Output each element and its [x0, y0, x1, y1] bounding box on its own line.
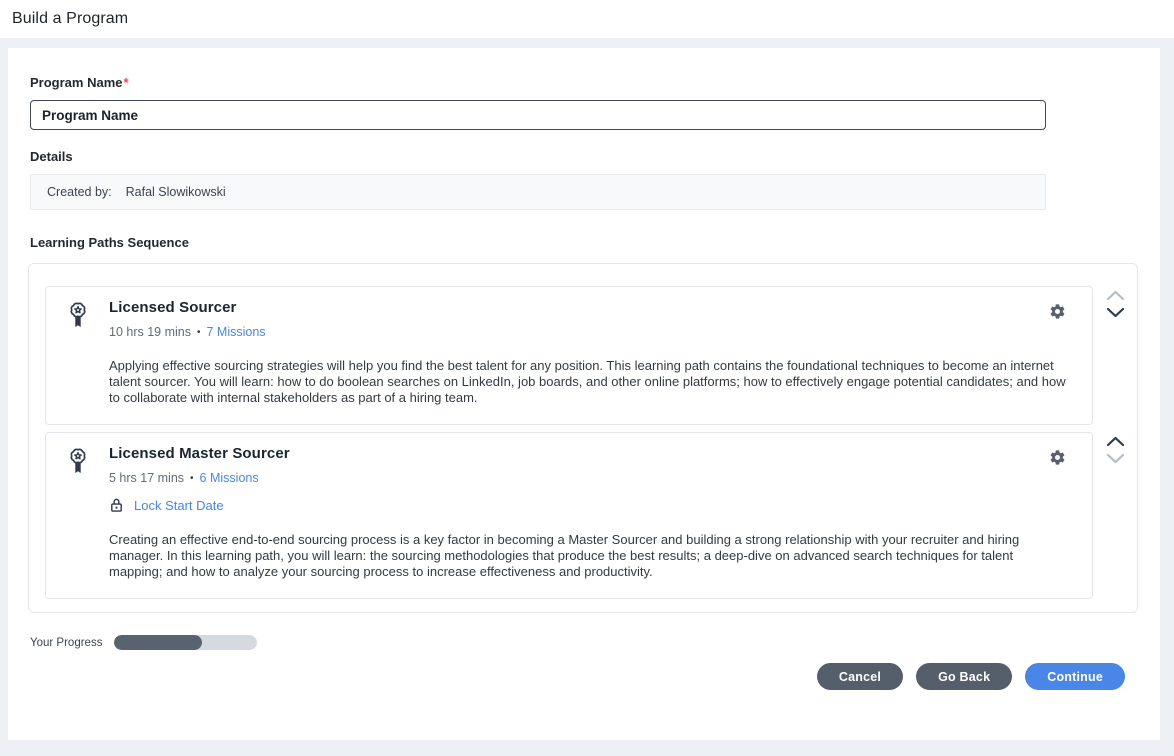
- path-settings-gear-icon[interactable]: [1049, 445, 1066, 469]
- lock-icon: [109, 497, 124, 513]
- lock-start-date-row: Lock Start Date: [109, 497, 1066, 513]
- move-up-chevron-icon[interactable]: [1105, 432, 1126, 450]
- lock-start-date-link[interactable]: Lock Start Date: [134, 498, 224, 513]
- award-badge-icon: [66, 299, 90, 335]
- program-name-input[interactable]: [30, 100, 1046, 130]
- learning-path-card-licensed-master-sourcer: Licensed Master Sourcer 5 hrs 17 mins • …: [45, 432, 1093, 599]
- award-badge-icon: [66, 445, 90, 481]
- path-subtitle: 10 hrs 19 mins • 7 Missions: [109, 325, 1049, 339]
- move-down-chevron-icon[interactable]: [1105, 450, 1126, 468]
- footer-buttons: Cancel Go Back Continue: [30, 663, 1138, 690]
- continue-button[interactable]: Continue: [1025, 663, 1125, 690]
- path-duration: 10 hrs 19 mins: [109, 325, 191, 339]
- created-by-value: Rafal Slowikowski: [126, 185, 226, 199]
- page-title: Build a Program: [12, 10, 128, 28]
- dot-separator: •: [197, 327, 201, 338]
- path-description: Creating an effective end-to-end sourcin…: [109, 532, 1066, 580]
- cancel-button[interactable]: Cancel: [817, 663, 903, 690]
- missions-link[interactable]: 7 Missions: [207, 325, 266, 339]
- path-settings-gear-icon[interactable]: [1049, 299, 1066, 323]
- app-header: Build a Program: [0, 0, 1174, 38]
- progress-bar: [114, 635, 257, 650]
- path-duration: 5 hrs 17 mins: [109, 471, 184, 485]
- dot-separator: •: [190, 473, 194, 484]
- path-title: Licensed Sourcer: [109, 299, 1049, 316]
- path-title: Licensed Master Sourcer: [109, 445, 1049, 462]
- move-down-chevron-icon[interactable]: [1105, 304, 1126, 322]
- learning-paths-label: Learning Paths Sequence: [30, 235, 1138, 250]
- learning-path-row: Licensed Master Sourcer 5 hrs 17 mins • …: [45, 432, 1137, 599]
- page-background: Program Name* Details Created by: Rafal …: [0, 38, 1174, 756]
- progress-bar-fill: [114, 635, 201, 650]
- created-by-label: Created by:: [47, 185, 112, 199]
- go-back-button[interactable]: Go Back: [916, 663, 1012, 690]
- learning-paths-container: Licensed Sourcer 10 hrs 19 mins • 7 Miss…: [28, 263, 1138, 613]
- missions-link[interactable]: 6 Missions: [200, 471, 259, 485]
- program-form-card: Program Name* Details Created by: Rafal …: [8, 48, 1160, 740]
- details-box: Created by: Rafal Slowikowski: [30, 174, 1046, 210]
- progress-row: Your Progress: [30, 635, 1138, 650]
- progress-label: Your Progress: [30, 637, 102, 649]
- learning-path-card-licensed-sourcer: Licensed Sourcer 10 hrs 19 mins • 7 Miss…: [45, 286, 1093, 425]
- program-name-label: Program Name*: [30, 75, 1138, 90]
- path-description: Applying effective sourcing strategies w…: [109, 358, 1066, 406]
- move-up-chevron-icon[interactable]: [1105, 286, 1126, 304]
- details-label: Details: [30, 149, 1138, 164]
- learning-path-row: Licensed Sourcer 10 hrs 19 mins • 7 Miss…: [45, 286, 1137, 425]
- path-subtitle: 5 hrs 17 mins • 6 Missions: [109, 471, 1049, 485]
- required-asterisk: *: [123, 75, 128, 90]
